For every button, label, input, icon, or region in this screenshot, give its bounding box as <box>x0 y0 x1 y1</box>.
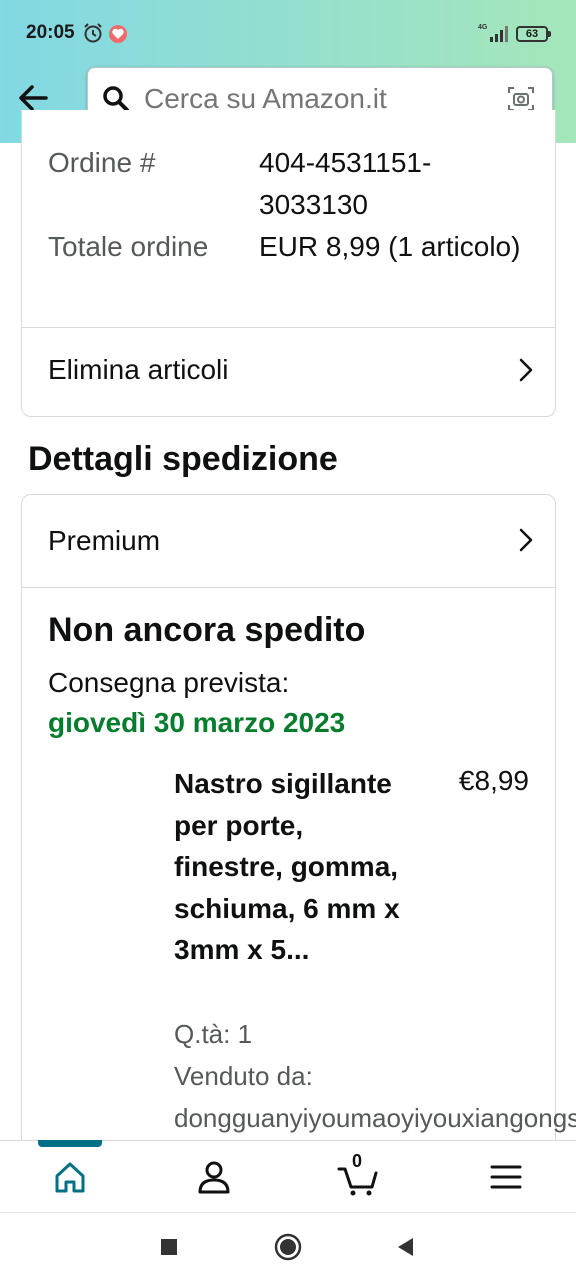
bottom-nav: 0 <box>0 1140 576 1212</box>
shipping-service-row[interactable]: Premium <box>22 495 555 587</box>
alarm-icon <box>84 23 102 43</box>
order-number-label: Ordine # <box>48 147 156 178</box>
active-tab-indicator <box>38 1140 102 1147</box>
product-quantity: Q.tà: 1 <box>174 1019 253 1049</box>
recents-icon[interactable] <box>155 1233 183 1261</box>
delivery-date: giovedì 30 marzo 2023 <box>48 707 346 738</box>
delivery-label: Consegna prevista: <box>48 667 290 698</box>
signal-icon <box>490 26 508 42</box>
shipping-service-label: Premium <box>48 525 161 556</box>
account-icon[interactable] <box>190 1155 238 1199</box>
chevron-right-icon <box>519 358 533 382</box>
order-summary-card: Ordine # 404-4531151-3033130 Totale ordi… <box>21 110 556 417</box>
chevron-right-icon <box>519 528 533 552</box>
app-notification-icon <box>109 25 127 43</box>
shipment-status-title: Non ancora spedito <box>48 611 366 649</box>
status-bar: 20:05 4G 63 <box>0 0 576 66</box>
status-time: 20:05 <box>26 22 75 43</box>
divider <box>22 587 555 588</box>
menu-icon[interactable] <box>482 1155 530 1199</box>
sold-by-label: Venduto da: <box>174 1061 313 1091</box>
system-nav-bar <box>0 1212 576 1280</box>
delete-items-label: Elimina articoli <box>48 354 229 385</box>
cart-count: 0 <box>352 1151 363 1171</box>
battery-icon: 63 <box>516 26 551 42</box>
home-circle-icon[interactable] <box>274 1233 302 1261</box>
back-triangle-icon[interactable] <box>392 1233 420 1261</box>
delete-items-row[interactable]: Elimina articoli <box>22 328 555 414</box>
cart-button[interactable]: 0 <box>334 1151 382 1199</box>
seller-name[interactable]: dongguanyiyoumaoyiyouxiangongsi <box>174 1103 576 1134</box>
order-number-value: 404-4531151-3033130 <box>259 147 432 220</box>
home-icon[interactable] <box>46 1155 94 1199</box>
shipping-section-title: Dettagli spedizione <box>28 440 338 478</box>
order-total-value: EUR 8,99 (1 articolo) <box>259 231 521 262</box>
product-title[interactable]: Nastro sigillante per porte, finestre, g… <box>174 763 414 971</box>
product-price: €8,99 <box>458 765 529 796</box>
order-total-label: Totale ordine <box>48 231 209 262</box>
shipping-details-card: Premium Non ancora spedito Consegna prev… <box>21 494 576 1214</box>
search-icon <box>103 86 129 112</box>
